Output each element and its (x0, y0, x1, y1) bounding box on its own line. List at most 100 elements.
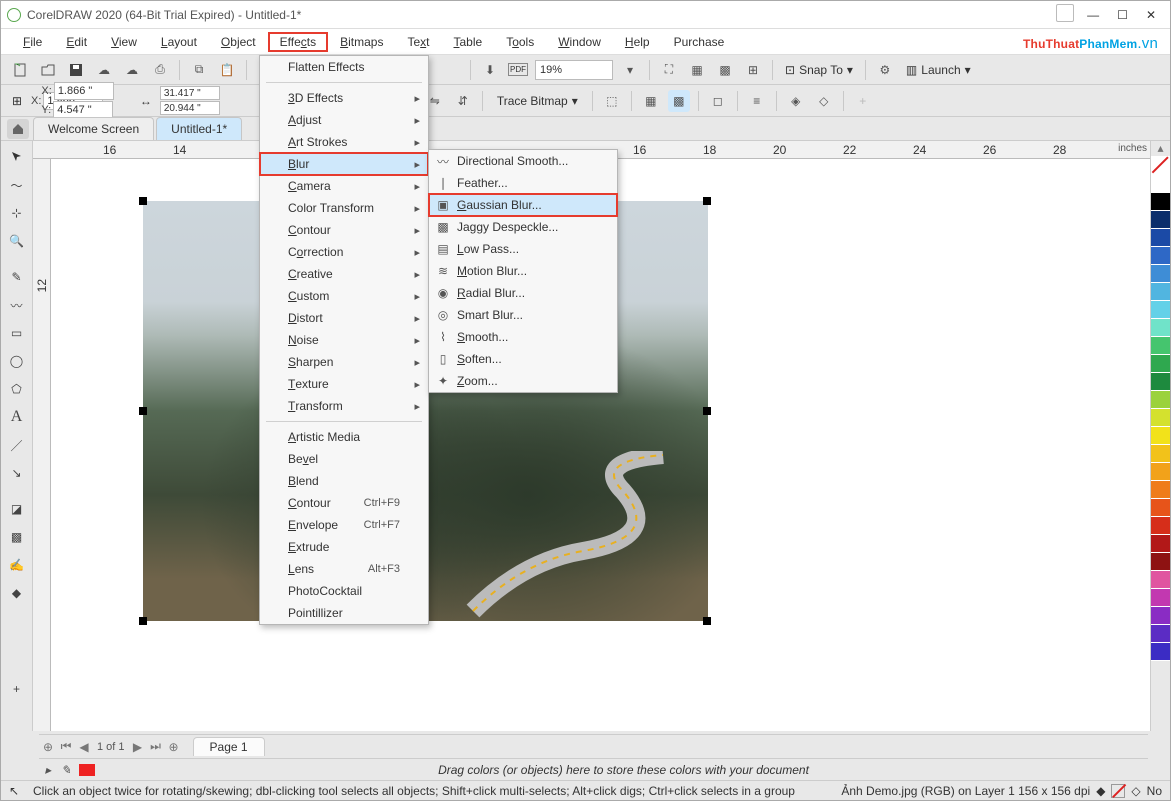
menuitem-art-strokes[interactable]: Art Strokes (260, 131, 428, 153)
text-tool-icon[interactable]: A (5, 405, 29, 429)
menuitem-radial-blur-[interactable]: ◉Radial Blur... (429, 282, 617, 304)
menuitem-pointillizer[interactable]: Pointillizer (260, 602, 428, 624)
options-icon[interactable]: ⚙ (874, 59, 896, 81)
menuitem-color-transform[interactable]: Color Transform (260, 197, 428, 219)
menu-text[interactable]: Text (395, 32, 441, 52)
menuitem-bevel[interactable]: Bevel (260, 448, 428, 470)
home-tab[interactable] (7, 119, 29, 139)
outline-icon[interactable]: ◇ (1131, 784, 1140, 798)
no-fill-icon[interactable] (1111, 784, 1125, 798)
selection-handle[interactable] (139, 197, 147, 205)
crop-tool-icon[interactable]: ⊹ (5, 201, 29, 225)
grid-icon[interactable]: ▩ (714, 59, 736, 81)
freehand-tool-icon[interactable]: ✎ (5, 265, 29, 289)
menuitem-motion-blur-[interactable]: ≋Motion Blur... (429, 260, 617, 282)
no-fill-swatch[interactable] (1151, 157, 1170, 175)
pick-tool-icon[interactable] (5, 145, 29, 169)
color-swatch[interactable] (1151, 301, 1170, 319)
menuitem-soften-[interactable]: ▯Soften... (429, 348, 617, 370)
menuitem-noise[interactable]: Noise (260, 329, 428, 351)
color-swatch[interactable] (1151, 643, 1170, 661)
polygon-tool-icon[interactable]: ⬠ (5, 377, 29, 401)
color-swatch[interactable] (1151, 193, 1170, 211)
selection-handle[interactable] (703, 407, 711, 415)
menuitem-lens[interactable]: LensAlt+F3 (260, 558, 428, 580)
color-swatch[interactable] (1151, 319, 1170, 337)
eyedropper-icon[interactable]: ✎ (57, 763, 75, 777)
width-input[interactable] (160, 86, 220, 100)
selection-handle[interactable] (703, 197, 711, 205)
menuitem-3d-effects[interactable]: 3D Effects (260, 87, 428, 109)
menuitem-creative[interactable]: Creative (260, 263, 428, 285)
menu-window[interactable]: Window (546, 32, 613, 52)
launch-button[interactable]: ▥ Launch ▾ (902, 63, 975, 77)
menu-layout[interactable]: Layout (149, 32, 209, 52)
menuitem-artistic-media[interactable]: Artistic Media (260, 426, 428, 448)
menu-file[interactable]: File (11, 32, 54, 52)
menu-effects[interactable]: Effects (268, 32, 328, 52)
mirror-v-icon[interactable]: ⇵ (452, 90, 474, 112)
drop-shadow-icon[interactable]: ◪ (5, 497, 29, 521)
snap-to-button[interactable]: ⊡ Snap To ▾ (781, 63, 857, 77)
menuitem-photococktail[interactable]: PhotoCocktail (260, 580, 428, 602)
menu-bitmaps[interactable]: Bitmaps (328, 32, 395, 52)
add-preset-icon[interactable]: + (852, 90, 874, 112)
menuitem-smart-blur-[interactable]: ◎Smart Blur... (429, 304, 617, 326)
menuitem-contour[interactable]: Contour (260, 219, 428, 241)
import-icon[interactable]: ⬇ (479, 59, 501, 81)
menuitem-adjust[interactable]: Adjust (260, 109, 428, 131)
menuitem-gaussian-blur-[interactable]: ▣Gaussian Blur... (429, 194, 617, 216)
connector-tool-icon[interactable]: ↘ (5, 461, 29, 485)
menu-tools[interactable]: Tools (494, 32, 546, 52)
color-swatch[interactable] (1151, 427, 1170, 445)
zoom-dropdown-icon[interactable]: ▾ (619, 59, 641, 81)
print-icon[interactable]: ⎙ (149, 59, 171, 81)
menu-view[interactable]: View (99, 32, 149, 52)
menuitem-transform[interactable]: Transform (260, 395, 428, 417)
color-swatch[interactable] (1151, 535, 1170, 553)
color-swatch[interactable] (1151, 445, 1170, 463)
menuitem-custom[interactable]: Custom (260, 285, 428, 307)
menu-object[interactable]: Object (209, 32, 268, 52)
trace-bitmap-button[interactable]: Trace Bitmap ▾ (491, 90, 584, 112)
guidelines-icon[interactable]: ⊞ (742, 59, 764, 81)
cloud-up-icon[interactable]: ☁ (93, 59, 115, 81)
tab-welcome[interactable]: Welcome Screen (33, 117, 154, 140)
next-page-icon[interactable]: ▶ (129, 738, 147, 756)
copy-icon[interactable]: ⧉ (188, 59, 210, 81)
fill-tool-icon[interactable]: ◆ (5, 581, 29, 605)
color-swatch[interactable] (1151, 463, 1170, 481)
menuitem-envelope[interactable]: EnvelopeCtrl+F7 (260, 514, 428, 536)
fullscreen-icon[interactable]: ⛶ (658, 59, 680, 81)
last-page-icon[interactable]: ⏭ (147, 738, 165, 756)
order-front-icon[interactable]: ◈ (785, 90, 807, 112)
rectangle-tool-icon[interactable]: ▭ (5, 321, 29, 345)
fill-icon[interactable]: ◆ (1096, 784, 1105, 798)
menu-purchase[interactable]: Purchase (662, 32, 737, 52)
eyedropper-icon[interactable]: ✍ (5, 553, 29, 577)
selection-handle[interactable] (139, 407, 147, 415)
prev-page-icon[interactable]: ◀ (75, 738, 93, 756)
add-page-after-icon[interactable]: ⊕ (165, 738, 183, 756)
menuitem-camera[interactable]: Camera (260, 175, 428, 197)
selection-handle[interactable] (139, 617, 147, 625)
color-swatch[interactable] (1151, 175, 1170, 193)
open-icon[interactable] (37, 59, 59, 81)
line-tool-icon[interactable]: ／ (5, 433, 29, 457)
menuitem-flatten-effects[interactable]: Flatten Effects (260, 56, 428, 78)
bitmap-mask-icon[interactable]: ▩ (668, 90, 690, 112)
color-swatch[interactable] (1151, 355, 1170, 373)
menuitem-contour[interactable]: ContourCtrl+F9 (260, 492, 428, 514)
palette-scroll-up[interactable]: ▴ (1151, 141, 1170, 157)
color-swatch[interactable] (1151, 553, 1170, 571)
selection-handle[interactable] (703, 617, 711, 625)
menuitem-blur[interactable]: Blur (260, 153, 428, 175)
color-swatch[interactable] (1151, 625, 1170, 643)
menuitem-smooth-[interactable]: ⌇Smooth... (429, 326, 617, 348)
transparency-icon[interactable]: ▩ (5, 525, 29, 549)
color-swatch[interactable] (1151, 481, 1170, 499)
cloud-down-icon[interactable]: ☁ (121, 59, 143, 81)
vertical-ruler[interactable]: 12 (33, 159, 51, 731)
page-tab[interactable]: Page 1 (193, 737, 265, 756)
color-swatch[interactable] (1151, 247, 1170, 265)
